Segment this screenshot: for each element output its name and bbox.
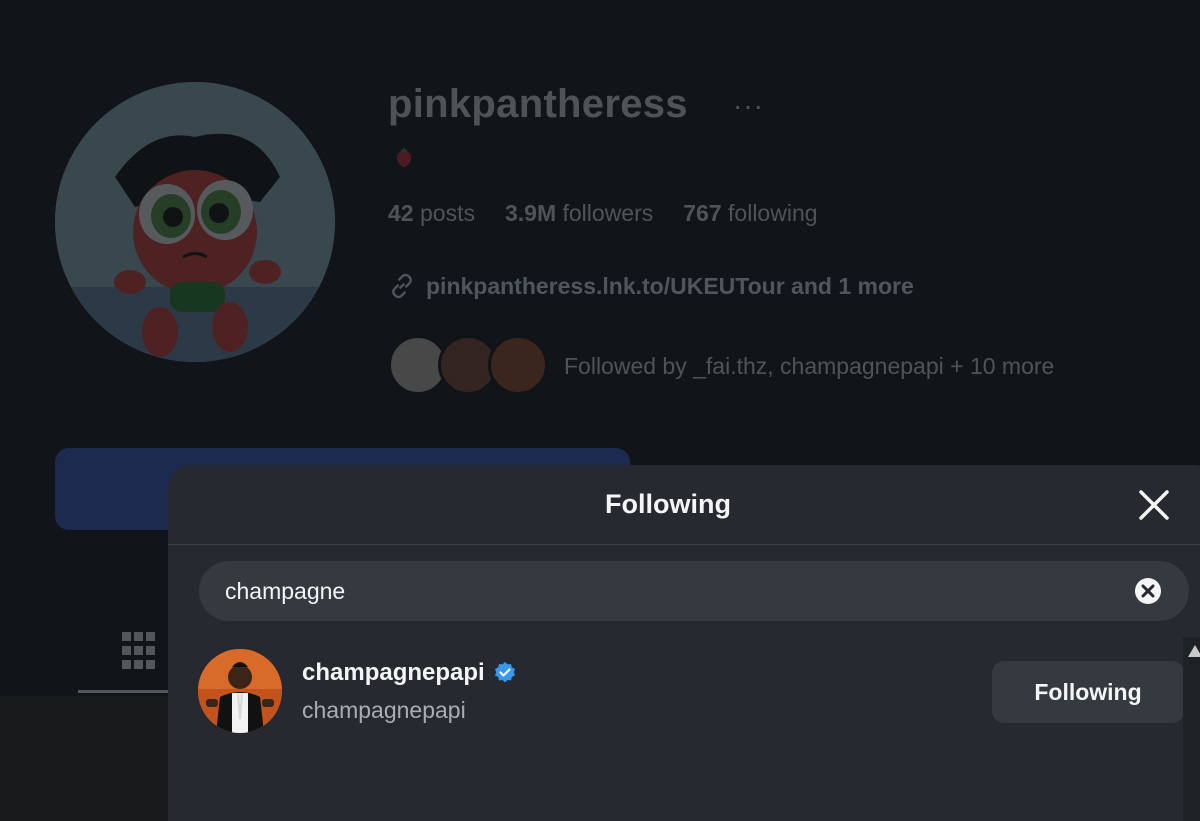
post-thumbnail[interactable]: [0, 696, 170, 821]
profile-stats: 42 posts 3.9M followers 767 following: [388, 200, 818, 227]
clear-search-button[interactable]: [1133, 576, 1163, 606]
profile-avatar-image: [55, 82, 335, 362]
result-username[interactable]: champagnepapi: [302, 659, 485, 687]
clear-icon: [1135, 578, 1161, 604]
followed-by-avatars: [388, 335, 558, 397]
posts-tab-underline: [78, 690, 178, 693]
posts-grid-icon[interactable]: [120, 630, 158, 674]
avatar-image: [198, 649, 282, 733]
profile-link-text[interactable]: pinkpantheress.lnk.to/UKEUTour and 1 mor…: [426, 273, 914, 300]
close-button[interactable]: [1134, 485, 1174, 525]
avatar[interactable]: [198, 649, 282, 733]
result-name-row: champagnepapi: [302, 659, 517, 687]
link-icon: [392, 273, 412, 299]
profile-avatar[interactable]: [55, 82, 335, 362]
following-button[interactable]: Following: [992, 661, 1184, 723]
scrollbar[interactable]: [1183, 637, 1200, 821]
search-bar: [199, 561, 1189, 621]
list-item[interactable]: champagnepapi champagnepapi Following: [198, 649, 1184, 735]
more-dots-icon[interactable]: ···: [733, 90, 764, 122]
modal-title: Following: [605, 489, 731, 519]
close-icon: [1139, 490, 1169, 520]
strawberry-icon: [396, 148, 412, 167]
profile-link[interactable]: pinkpantheress.lnk.to/UKEUTour and 1 mor…: [388, 272, 914, 300]
verified-badge-icon: [494, 662, 515, 683]
modal-header: Following: [168, 465, 1200, 545]
result-full-name: champagnepapi: [302, 697, 466, 723]
profile-username: pinkpantheress: [388, 82, 688, 126]
followed-by-row[interactable]: Followed by _fai.thz, champagnepapi + 10…: [388, 335, 1054, 397]
following-modal: Following champagne champagnepapi champa…: [168, 465, 1200, 821]
scroll-up-arrow-icon[interactable]: [1188, 645, 1200, 657]
following-stat[interactable]: 767 following: [683, 200, 817, 227]
avatar: [488, 335, 548, 395]
followed-by-text: Followed by _fai.thz, champagnepapi + 10…: [564, 352, 1055, 379]
followers-stat[interactable]: 3.9M followers: [505, 200, 653, 227]
posts-stat[interactable]: 42 posts: [388, 200, 475, 227]
search-input[interactable]: [225, 577, 1133, 605]
